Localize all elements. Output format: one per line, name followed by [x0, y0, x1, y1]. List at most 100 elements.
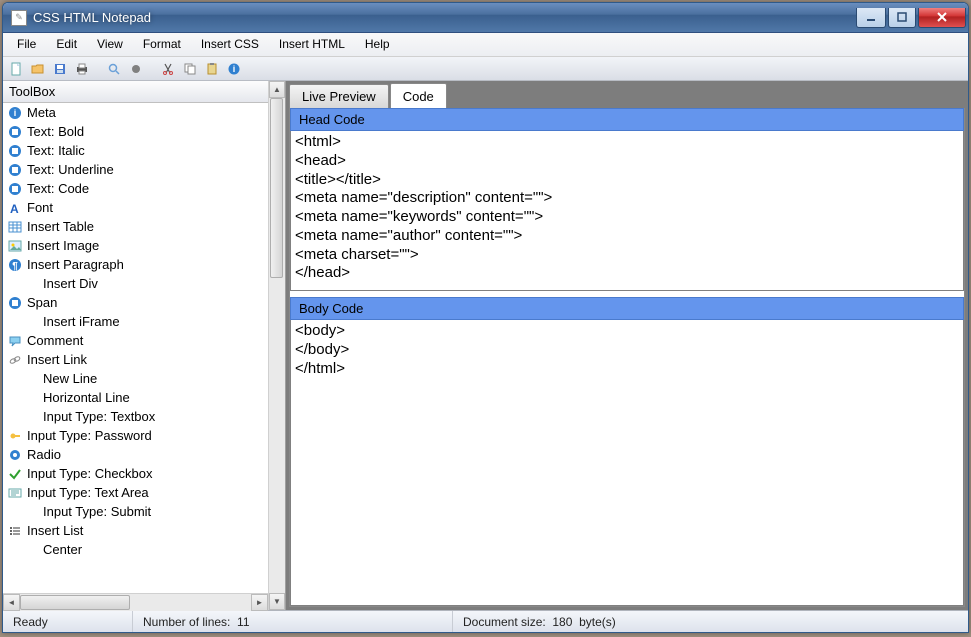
toolbox-vscroll[interactable]: ▲ ▼ [268, 81, 285, 610]
toolbox-header: ToolBox [3, 81, 268, 103]
toolbox-item[interactable]: Input Type: Checkbox [3, 464, 268, 483]
zoom-button[interactable] [127, 60, 145, 78]
toolbox-item[interactable]: Text: Italic [3, 141, 268, 160]
code-icon [7, 182, 23, 196]
toolbox-item-label: Text: Code [27, 181, 89, 196]
toolbox-item[interactable]: Radio [3, 445, 268, 464]
toolbox-item[interactable]: Input Type: Textbox [3, 407, 268, 426]
toolbox-item-label: Input Type: Text Area [27, 485, 149, 500]
radio-icon [7, 448, 23, 462]
toolbox-item[interactable]: Span [3, 293, 268, 312]
toolbox-item[interactable]: Text: Code [3, 179, 268, 198]
svg-text:¶: ¶ [12, 261, 18, 272]
close-button[interactable] [918, 8, 966, 28]
save-button[interactable] [51, 60, 69, 78]
toolbox-item[interactable]: Comment [3, 331, 268, 350]
menu-edit[interactable]: Edit [46, 33, 87, 56]
toolbox-hscroll[interactable]: ◄ ► [3, 593, 268, 610]
zoom-icon [129, 62, 143, 76]
body-code-editor[interactable]: <body> </body> </html> [290, 320, 964, 606]
toolbox-item[interactable]: Horizontal Line [3, 388, 268, 407]
vscroll-track[interactable] [269, 98, 285, 593]
tab-live-preview[interactable]: Live Preview [289, 84, 389, 108]
scroll-down-button[interactable]: ▼ [269, 593, 285, 610]
toolbox-item-label: Input Type: Submit [43, 504, 151, 519]
paste-button[interactable] [203, 60, 221, 78]
menu-help[interactable]: Help [355, 33, 400, 56]
info-icon: i [7, 106, 23, 120]
menu-file[interactable]: File [7, 33, 46, 56]
print-button[interactable] [73, 60, 91, 78]
image-icon [7, 239, 23, 253]
toolbox-item[interactable]: Input Type: Submit [3, 502, 268, 521]
open-button[interactable] [29, 60, 47, 78]
toolbox-item-label: Span [27, 295, 57, 310]
toolbox-item[interactable]: Center [3, 540, 268, 559]
toolbox-item-label: Text: Italic [27, 143, 85, 158]
toolbox-item[interactable]: Insert Div [3, 274, 268, 293]
hscroll-track[interactable] [20, 594, 251, 611]
toolbox-item-label: Meta [27, 105, 56, 120]
menu-format[interactable]: Format [133, 33, 191, 56]
toolbox-item[interactable]: Insert Link [3, 350, 268, 369]
toolbox-item[interactable]: ¶ Insert Paragraph [3, 255, 268, 274]
cut-button[interactable] [159, 60, 177, 78]
toolbox-item[interactable]: Input Type: Password [3, 426, 268, 445]
toolbox-list[interactable]: i Meta Text: Bold Text: Italic Text: Underli… [3, 103, 268, 593]
toolbox-item[interactable]: Text: Bold [3, 122, 268, 141]
open-folder-icon [31, 62, 45, 76]
menu-insert-css[interactable]: Insert CSS [191, 33, 269, 56]
help-icon: i [227, 62, 241, 76]
help-button[interactable]: i [225, 60, 243, 78]
cut-icon [161, 62, 175, 76]
new-file-button[interactable] [7, 60, 25, 78]
menu-insert-html[interactable]: Insert HTML [269, 33, 355, 56]
tab-code[interactable]: Code [390, 83, 447, 108]
content-area: ToolBox i Meta Text: Bold Text: Italic Text:… [3, 81, 968, 610]
list-icon [7, 524, 23, 538]
toolbox-item[interactable]: New Line [3, 369, 268, 388]
head-code-editor[interactable]: <html> <head> <title></title> <meta name… [290, 131, 964, 291]
code-area: Head Code <html> <head> <title></title> … [289, 108, 965, 607]
toolbox-item-label: Input Type: Textbox [43, 409, 155, 424]
vscroll-thumb[interactable] [270, 98, 283, 278]
toolbox-item[interactable]: Insert Image [3, 236, 268, 255]
status-ready: Ready [3, 611, 133, 632]
toolbox-item-label: Insert Paragraph [27, 257, 124, 272]
toolbox-item[interactable]: Insert Table [3, 217, 268, 236]
span-icon [7, 296, 23, 310]
scroll-up-button[interactable]: ▲ [269, 81, 285, 98]
toolbox-item[interactable]: AFont [3, 198, 268, 217]
toolbox-item[interactable]: Input Type: Text Area [3, 483, 268, 502]
minimize-button[interactable] [856, 8, 886, 28]
toolbox-item[interactable]: Text: Underline [3, 160, 268, 179]
toolbox-item-label: Insert Div [43, 276, 98, 291]
copy-button[interactable] [181, 60, 199, 78]
toolbox-item[interactable]: i Meta [3, 103, 268, 122]
toolbox-item[interactable]: Insert iFrame [3, 312, 268, 331]
maximize-button[interactable] [888, 8, 916, 28]
bold-icon [7, 125, 23, 139]
status-lines-value: 11 [237, 615, 249, 629]
scroll-right-button[interactable]: ► [251, 594, 268, 611]
toolbox-item-label: Insert Link [27, 352, 87, 367]
underline-icon [7, 163, 23, 177]
menu-view[interactable]: View [87, 33, 133, 56]
search-button[interactable] [105, 60, 123, 78]
toolbox-item-label: Insert Table [27, 219, 94, 234]
head-code-header: Head Code [290, 108, 964, 131]
toolbox-item-label: Insert iFrame [43, 314, 120, 329]
hscroll-thumb[interactable] [20, 595, 130, 610]
save-icon [53, 62, 67, 76]
svg-text:i: i [233, 64, 236, 74]
toolbox-item-label: Input Type: Password [27, 428, 152, 443]
scroll-left-button[interactable]: ◄ [3, 594, 20, 611]
titlebar[interactable]: ✎ CSS HTML Notepad [3, 3, 968, 33]
toolbar: i [3, 57, 968, 81]
toolbox-item-label: Horizontal Line [43, 390, 130, 405]
svg-text:i: i [14, 108, 17, 118]
toolbox-item[interactable]: Insert List [3, 521, 268, 540]
statusbar: Ready Number of lines: 11 Document size:… [3, 610, 968, 632]
toolbox-item-label: Insert Image [27, 238, 99, 253]
main-panel: Live Preview Code Head Code <html> <head… [286, 81, 968, 610]
